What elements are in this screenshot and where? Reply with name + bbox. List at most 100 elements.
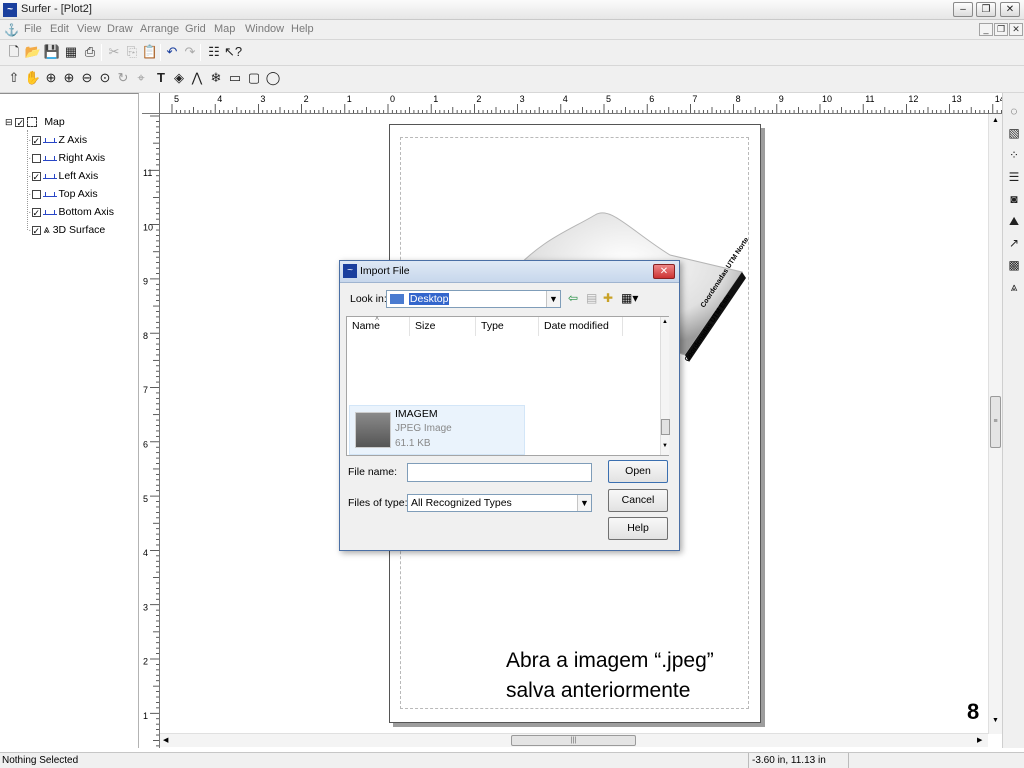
look-in-value: Desktop <box>408 293 450 305</box>
rectangle-icon[interactable]: ▭ <box>226 69 244 87</box>
tree-item-left-axis[interactable]: ·Left Axis <box>28 168 98 185</box>
new-icon[interactable]: 🗋 <box>5 43 23 61</box>
checkbox[interactable] <box>31 133 41 149</box>
checkbox[interactable] <box>31 153 41 163</box>
classed-post-icon[interactable]: ☰ <box>1006 169 1022 185</box>
scroll-left-arrow-icon[interactable]: ◀ <box>163 736 168 744</box>
zoom-out-icon[interactable]: ⊖ <box>78 69 96 87</box>
open-icon[interactable]: 📂 <box>24 43 42 61</box>
ellipse-icon[interactable]: ◯ <box>264 69 282 87</box>
horizontal-scroll-thumb[interactable]: ||| <box>511 735 636 746</box>
tree-item-z-axis[interactable]: ·Z Axis <box>28 132 87 149</box>
worksheet-icon[interactable]: ▦ <box>62 43 80 61</box>
zoom-in-icon[interactable]: ⊕ <box>60 69 78 87</box>
menu-grid[interactable]: Grid <box>185 23 206 35</box>
checkbox[interactable] <box>15 115 25 131</box>
print-icon[interactable]: ⎙ <box>81 43 99 61</box>
tree-item-bottom-axis[interactable]: ·Bottom Axis <box>28 204 114 221</box>
file-list[interactable]: Name ˄ Size Type Date modified IMAGEM JP… <box>346 316 670 456</box>
column-header-name[interactable]: Name ˄ <box>347 316 410 336</box>
open-button[interactable]: Open <box>608 460 668 483</box>
column-header-type[interactable]: Type <box>476 317 539 336</box>
zoom-fit-icon[interactable]: ⊙ <box>96 69 114 87</box>
checkbox[interactable] <box>31 189 41 199</box>
document-menu-icon[interactable]: ⚓ <box>4 23 19 37</box>
file-list-scroll-thumb[interactable] <box>661 419 670 435</box>
scroll-up-arrow-icon[interactable]: ▲ <box>992 117 999 124</box>
menu-view[interactable]: View <box>77 23 101 35</box>
help-button[interactable]: Help <box>608 517 668 540</box>
object-manager-icon[interactable]: ☷ <box>205 43 223 61</box>
chevron-down-icon[interactable]: ▼ <box>546 291 560 307</box>
surface-map-icon[interactable]: ⩓ <box>1006 279 1022 295</box>
chevron-down-icon[interactable]: ▼ <box>577 495 591 511</box>
polyline-icon[interactable]: ⋀ <box>188 69 206 87</box>
contour-map-icon[interactable]: ◌ <box>1006 103 1022 119</box>
pan-hand-icon[interactable]: ✋ <box>24 69 42 87</box>
vertical-scroll-thumb[interactable]: ≡ <box>990 396 1001 448</box>
file-list-scrollbar[interactable]: ▲ ▼ <box>660 317 670 455</box>
menu-draw[interactable]: Draw <box>107 23 133 35</box>
copy-icon[interactable]: ⎘ <box>123 43 141 61</box>
file-item[interactable]: IMAGEM JPEG Image 61.1 KB <box>349 405 525 455</box>
collapse-icon[interactable]: ⊟ <box>5 117 13 127</box>
mdi-restore-button[interactable]: ❐ <box>994 23 1008 36</box>
minimize-button[interactable]: – <box>953 2 973 17</box>
wireframe-icon[interactable]: ▩ <box>1006 257 1022 273</box>
context-help-icon[interactable]: ↖? <box>224 43 242 61</box>
restore-button[interactable]: ❐ <box>976 2 996 17</box>
paste-icon[interactable]: 📋 <box>141 43 159 61</box>
mdi-close-button[interactable]: ✕ <box>1009 23 1023 36</box>
zoom-rectangle-icon[interactable]: ⊕ <box>42 69 60 87</box>
back-arrow-icon[interactable]: ⇦ <box>568 291 578 305</box>
menu-file[interactable]: File <box>24 23 42 35</box>
undo-icon[interactable]: ↶ <box>163 43 181 61</box>
tree-item-map[interactable]: ⊟ Map <box>5 114 65 131</box>
view-menu-icon[interactable]: ▦▾ <box>621 291 638 305</box>
scroll-down-arrow-icon[interactable]: ▼ <box>662 443 668 449</box>
menu-edit[interactable]: Edit <box>50 23 69 35</box>
menu-window[interactable]: Window <box>245 23 284 35</box>
scroll-up-arrow-icon[interactable]: ▲ <box>662 319 668 325</box>
text-tool-icon[interactable]: T <box>152 69 170 87</box>
tree-item-top-axis[interactable]: · Top Axis <box>28 186 98 202</box>
tilt-icon[interactable]: ⌖ <box>132 69 150 87</box>
up-folder-icon[interactable]: ▤ <box>586 291 597 305</box>
checkbox[interactable] <box>31 223 41 239</box>
shaded-relief-icon[interactable]: ⛰ <box>1006 213 1022 229</box>
files-of-type-dropdown[interactable]: All Recognized Types ▼ <box>407 494 592 512</box>
column-header-size[interactable]: Size <box>410 317 476 336</box>
polygon-icon[interactable]: ◈ <box>170 69 188 87</box>
scroll-right-arrow-icon[interactable]: ▶ <box>977 736 982 744</box>
scroll-down-arrow-icon[interactable]: ▼ <box>992 717 999 724</box>
post-map-icon[interactable]: ⁘ <box>1006 147 1022 163</box>
close-button[interactable]: ✕ <box>1000 2 1020 17</box>
menu-map[interactable]: Map <box>214 23 235 35</box>
look-in-dropdown[interactable]: Desktop ▼ <box>386 290 561 308</box>
checkbox[interactable] <box>31 205 41 221</box>
tree-item-right-axis[interactable]: · Right Axis <box>28 150 105 166</box>
column-header-date-modified[interactable]: Date modified <box>539 317 623 336</box>
redo-icon[interactable]: ↷ <box>181 43 199 61</box>
menu-arrange[interactable]: Arrange <box>140 23 179 35</box>
symbol-icon[interactable]: ❄ <box>207 69 225 87</box>
rotate-icon[interactable]: ↻ <box>114 69 132 87</box>
file-name-input[interactable] <box>407 463 592 482</box>
dialog-close-button[interactable]: ✕ <box>653 264 675 279</box>
surfer-app-icon[interactable]: ~ <box>3 3 17 17</box>
horizontal-scrollbar[interactable]: ◀ ||| ▶ <box>160 733 988 747</box>
checkbox[interactable] <box>31 169 41 185</box>
select-arrow-icon[interactable]: ⇧ <box>5 69 23 87</box>
tree-item-3d-surface[interactable]: ·⩓3D Surface <box>28 222 105 239</box>
vector-map-icon[interactable]: ↗ <box>1006 235 1022 251</box>
vertical-scrollbar[interactable]: ▲ ≡ ▼ <box>988 114 1002 734</box>
cancel-button[interactable]: Cancel <box>608 489 668 512</box>
image-map-icon[interactable]: ◙ <box>1006 191 1022 207</box>
new-folder-icon[interactable]: ✚ <box>603 291 613 305</box>
menu-help[interactable]: Help <box>291 23 314 35</box>
cut-icon[interactable]: ✂ <box>105 43 123 61</box>
base-map-icon[interactable]: ▧ <box>1006 125 1022 141</box>
save-icon[interactable]: 💾 <box>43 43 61 61</box>
mdi-minimize-button[interactable]: _ <box>979 23 993 36</box>
rounded-rectangle-icon[interactable]: ▢ <box>245 69 263 87</box>
